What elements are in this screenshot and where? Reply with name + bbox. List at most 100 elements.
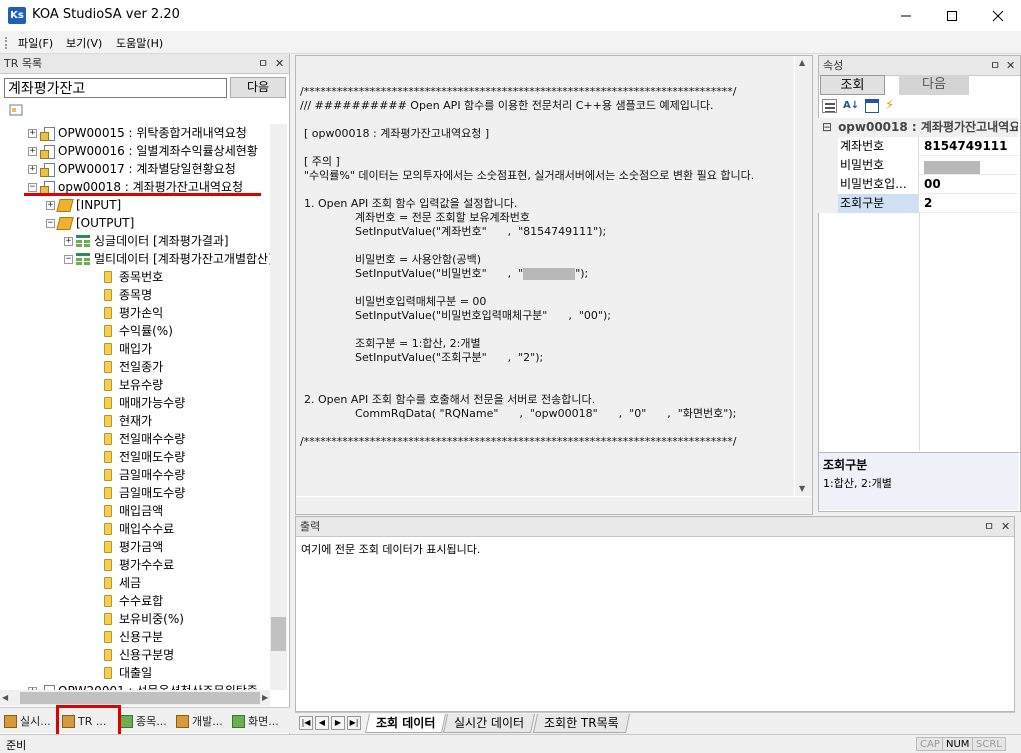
field-icon [104,649,112,661]
tree-item[interactable]: 매입금액 [104,502,163,520]
tree-hscroll-thumb[interactable] [20,692,260,704]
tab-dev[interactable]: 개발... [176,711,223,731]
collapse-icon[interactable]: ⊟ [822,120,832,134]
close-pane-icon[interactable]: ✕ [275,54,284,73]
caps-indicator: CAP [916,737,944,751]
pin-icon[interactable]: ㅁ [990,56,1000,75]
first-tab-icon[interactable]: |◀ [299,716,313,730]
menu-view[interactable]: 보기(V) [66,35,102,51]
prop-row[interactable]: 계좌번호 8154749111 [818,137,1018,156]
prev-tab-icon[interactable]: ◀ [315,716,329,730]
tree-item[interactable]: + [INPUT] [46,196,121,214]
next-button[interactable]: 다음 [230,77,286,98]
close-pane-icon[interactable]: ✕ [1006,56,1015,75]
menu-file[interactable]: 파일(F) [18,35,53,51]
tree-item[interactable]: 매입가 [104,340,152,358]
close-pane-icon[interactable]: ✕ [1001,517,1010,536]
last-tab-icon[interactable]: ▶| [347,716,361,730]
tree-item[interactable]: 매매가능수량 [104,394,185,412]
query-button[interactable]: 조회 [820,75,885,95]
tree-item[interactable]: 전일종가 [104,358,163,376]
tree-item[interactable]: 수익률(%) [104,322,173,340]
tree-item[interactable]: + OPW00015 : 위탁종합거래내역요청 [28,124,247,142]
redacted-password [924,160,980,174]
tree-item[interactable]: 현재가 [104,412,152,430]
tree-item-label: 평가수수료 [119,558,175,572]
tree-item[interactable]: 대출일 [104,664,152,682]
tree-item-label: 신용구분명 [119,648,175,662]
folder-icon [56,198,74,212]
property-pages-icon[interactable] [865,99,880,113]
tree-item[interactable]: 신용구분명 [104,646,174,664]
tree-item[interactable]: 금일매수수량 [104,466,185,484]
minimize-icon [901,15,911,16]
tab-query-data[interactable]: 조회 데이터 [364,714,447,733]
tree-item[interactable]: 평가수수료 [104,556,174,574]
maximize-icon [947,10,957,21]
alphabetical-icon[interactable]: A↓ [843,99,859,115]
sort-icon[interactable] [8,102,24,118]
close-button[interactable] [975,0,1021,31]
expand-icon[interactable]: + [64,236,73,246]
tree-item[interactable]: 보유비중(%) [104,610,184,628]
props-group-header[interactable]: ⊟ opw00018 : 계좌평가잔고내역요청 [818,118,1018,137]
tree-item[interactable]: 수수료합 [104,592,163,610]
code-vertical-scrollbar[interactable]: ▲ ▼ [795,56,812,496]
tree-scroll-thumb[interactable] [271,617,286,651]
pin-icon[interactable]: ㅁ [984,517,994,536]
scroll-down-icon[interactable]: ▼ [799,484,805,493]
tree-item[interactable]: 금일매도수량 [104,484,185,502]
tree-item[interactable]: +OPW20001 : 선물옵션청산주문위탁증 [28,682,258,690]
minimize-button[interactable] [883,0,929,31]
tab-screen[interactable]: 화면... [232,711,279,731]
prop-row[interactable]: 조회구분 2 [818,194,1018,213]
tr-search-input[interactable] [4,78,227,98]
scroll-up-icon[interactable]: ▲ [799,58,805,67]
tree-item[interactable]: + OPW00017 : 계좌별당일현황요청 [28,160,236,178]
props-next-button[interactable]: 다음 [899,75,969,95]
tab-realtime[interactable]: 실시... [4,711,51,731]
expand-icon[interactable]: + [46,200,55,210]
tab-stocks[interactable]: 종목... [120,711,167,731]
code-horizontal-scrollbar[interactable] [296,497,812,514]
tree-item[interactable]: + OPW00016 : 일별계좌수익률상세현황 [28,142,258,160]
tree-vertical-scrollbar[interactable] [270,124,287,690]
categorized-icon[interactable] [822,99,837,113]
field-icon [104,397,112,409]
tree-item[interactable]: 신용구분 [104,628,163,646]
menu-help[interactable]: 도움말(H) [116,35,163,51]
tree-item[interactable]: 전일매도수량 [104,448,185,466]
tree-item[interactable]: 보유수량 [104,376,163,394]
prop-row[interactable]: 비밀번호입... 00 [818,175,1018,194]
collapse-icon[interactable]: − [28,182,37,192]
expand-icon[interactable]: + [28,164,37,174]
tab-queried-tr-list[interactable]: 조회한 TR목록 [532,714,630,733]
prop-row[interactable]: 비밀번호 [818,156,1018,175]
tree-item-label: 세금 [119,576,142,590]
scroll-left-icon[interactable]: ◀ [2,693,8,702]
pin-icon[interactable]: ㅁ [258,54,268,73]
code-line: CommRqData( "RQName" , "opw00018" , "0" … [355,407,737,420]
tab-realtime-data[interactable]: 실시간 데이터 [442,714,536,733]
events-icon[interactable]: ⚡ [885,99,894,115]
tree-item[interactable]: 종목명 [104,286,152,304]
next-tab-icon[interactable]: ▶ [331,716,345,730]
scroll-right-icon[interactable]: ▶ [262,693,268,702]
expand-icon[interactable]: + [28,128,37,138]
tree-item[interactable]: 평가손익 [104,304,163,322]
collapse-icon[interactable]: − [64,254,73,264]
tree-item[interactable]: 평가금액 [104,538,163,556]
tree-item[interactable]: 전일매수수량 [104,430,185,448]
maximize-button[interactable] [929,0,975,31]
tree-item[interactable]: − [OUTPUT] [46,214,134,232]
code-line: SetInputValue("조회구분" , "2"); [355,351,544,364]
tree-item[interactable]: − 멀티데이터 [계좌평가잔고개별합산] [64,250,270,268]
tree-item[interactable]: 세금 [104,574,141,592]
collapse-icon[interactable]: − [46,218,55,228]
tree-item[interactable]: 매입수수료 [104,520,174,538]
tree-item[interactable]: 종목번호 [104,268,163,286]
sample-code[interactable]: /***************************************… [296,56,794,496]
tr-tree[interactable]: + OPW00015 : 위탁종합거래내역요청 + OPW00016 : 일별계좌수익… [0,124,270,690]
expand-icon[interactable]: + [28,146,37,156]
tree-item[interactable]: + 싱글데이터 [계좌평가결과] [64,232,229,250]
